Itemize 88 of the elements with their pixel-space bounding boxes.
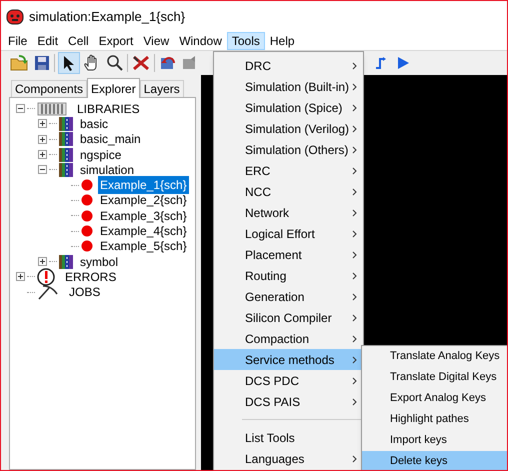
expand-toggle[interactable] (38, 257, 47, 266)
menu-item[interactable]: Translate Digital Keys (362, 367, 507, 388)
menu-item[interactable]: Import keys (362, 430, 507, 451)
submenu-chevron-icon (352, 124, 357, 132)
play-icon[interactable] (397, 57, 409, 69)
menu-item[interactable]: DCS PDC (214, 370, 363, 391)
tree-item[interactable]: Example_3{sch} (98, 206, 189, 225)
cell-icon (81, 179, 93, 192)
cell-icon (81, 210, 93, 222)
menu-item[interactable]: Simulation (Built-in) (214, 76, 363, 97)
tab[interactable]: Explorer (87, 78, 140, 98)
menu-item[interactable]: Network (214, 202, 363, 223)
expand-toggle[interactable] (38, 119, 47, 128)
menu-item[interactable]: View (138, 32, 174, 50)
app-icon (6, 8, 24, 24)
submenu-chevron-icon (352, 188, 357, 196)
submenu-chevron-icon (352, 314, 357, 322)
submenu-chevron-icon (352, 82, 357, 90)
tab[interactable]: Components (11, 80, 88, 97)
pickaxe-icon (37, 284, 59, 300)
submenu-chevron-icon (352, 398, 357, 406)
expand-toggle[interactable] (16, 104, 25, 114)
submenu-chevron-icon (352, 454, 357, 462)
submenu-chevron-icon (352, 272, 357, 280)
expand-toggle[interactable] (16, 272, 25, 282)
submenu-chevron-icon (352, 146, 357, 154)
submenu-chevron-icon (352, 250, 357, 258)
submenu-chevron-icon (352, 334, 357, 342)
menu-item[interactable]: Cell (63, 32, 94, 50)
books-icon (59, 254, 73, 269)
warning-icon (37, 268, 55, 286)
menu-item[interactable]: Silicon Compiler (214, 307, 363, 328)
menu-item[interactable]: Generation (214, 286, 363, 307)
open-folder-icon[interactable] (10, 54, 30, 72)
menu-item[interactable]: Simulation (Verilog) (214, 118, 363, 139)
cell-icon (81, 240, 93, 252)
cell-icon (81, 194, 93, 206)
tree-item[interactable]: basic_main (78, 130, 143, 148)
submenu-chevron-icon (352, 376, 357, 384)
menu-item[interactable]: Export (94, 32, 138, 50)
menu-item[interactable]: Languages (214, 448, 363, 469)
tree-item[interactable]: Example_1{sch} (98, 176, 189, 194)
tab[interactable]: Layers (140, 80, 184, 97)
pointer-tool-button[interactable] (58, 52, 80, 74)
books-icon (59, 132, 73, 146)
menu-item[interactable]: Compaction (214, 328, 363, 349)
submenu-chevron-icon (352, 356, 357, 364)
submenu-chevron-icon (352, 292, 357, 300)
menu-item[interactable]: Translate Analog Keys (362, 346, 507, 367)
menu-item[interactable]: Placement (214, 244, 363, 265)
submenu-chevron-icon (352, 208, 357, 216)
menu-item[interactable]: List Tools (214, 427, 363, 448)
step-signal-icon[interactable] (375, 57, 387, 69)
menu-item[interactable]: Simulation (Others) (214, 139, 363, 160)
menu-item[interactable]: Logical Effort (214, 223, 363, 244)
library-shelf-icon (37, 102, 67, 116)
menu-item[interactable]: NCC (214, 181, 363, 202)
menu-item[interactable]: Export Analog Keys (362, 388, 507, 409)
books-icon (59, 162, 73, 177)
search-icon[interactable] (106, 54, 124, 72)
menu-item[interactable]: DCS PAIS (214, 391, 363, 412)
expand-toggle[interactable] (38, 165, 47, 174)
menu-item[interactable]: Routing (214, 265, 363, 286)
save-icon[interactable] (33, 54, 51, 72)
submenu-chevron-icon (352, 104, 357, 112)
menu-item[interactable]: Simulation (Spice) (214, 97, 363, 118)
menu-item[interactable]: ERC (214, 160, 363, 181)
submenu-chevron-icon (352, 166, 357, 174)
tree-item[interactable]: JOBS (67, 283, 102, 302)
submenu-chevron-icon (352, 62, 357, 70)
undo-icon[interactable] (158, 54, 178, 72)
menu-item[interactable]: Edit (32, 32, 64, 50)
menu-item[interactable]: Highlight pathes (362, 409, 507, 430)
menu-item[interactable]: Tools (226, 32, 265, 50)
tools-icon[interactable] (131, 54, 151, 72)
cell-icon (81, 225, 93, 238)
arrow-pointer-icon (63, 55, 75, 71)
window-title: simulation:Example_1{sch} (29, 8, 186, 26)
menu-item[interactable]: Service methods (214, 349, 363, 370)
expand-toggle[interactable] (38, 134, 47, 144)
books-icon (59, 116, 73, 131)
menu-item[interactable]: Help (264, 32, 300, 50)
books-icon (59, 148, 73, 162)
menu-item[interactable]: Delete keys (362, 451, 507, 470)
submenu-chevron-icon (352, 230, 357, 238)
menu-item[interactable]: File (3, 32, 32, 50)
menu-item[interactable]: Window (174, 32, 227, 50)
expand-toggle[interactable] (38, 150, 47, 160)
